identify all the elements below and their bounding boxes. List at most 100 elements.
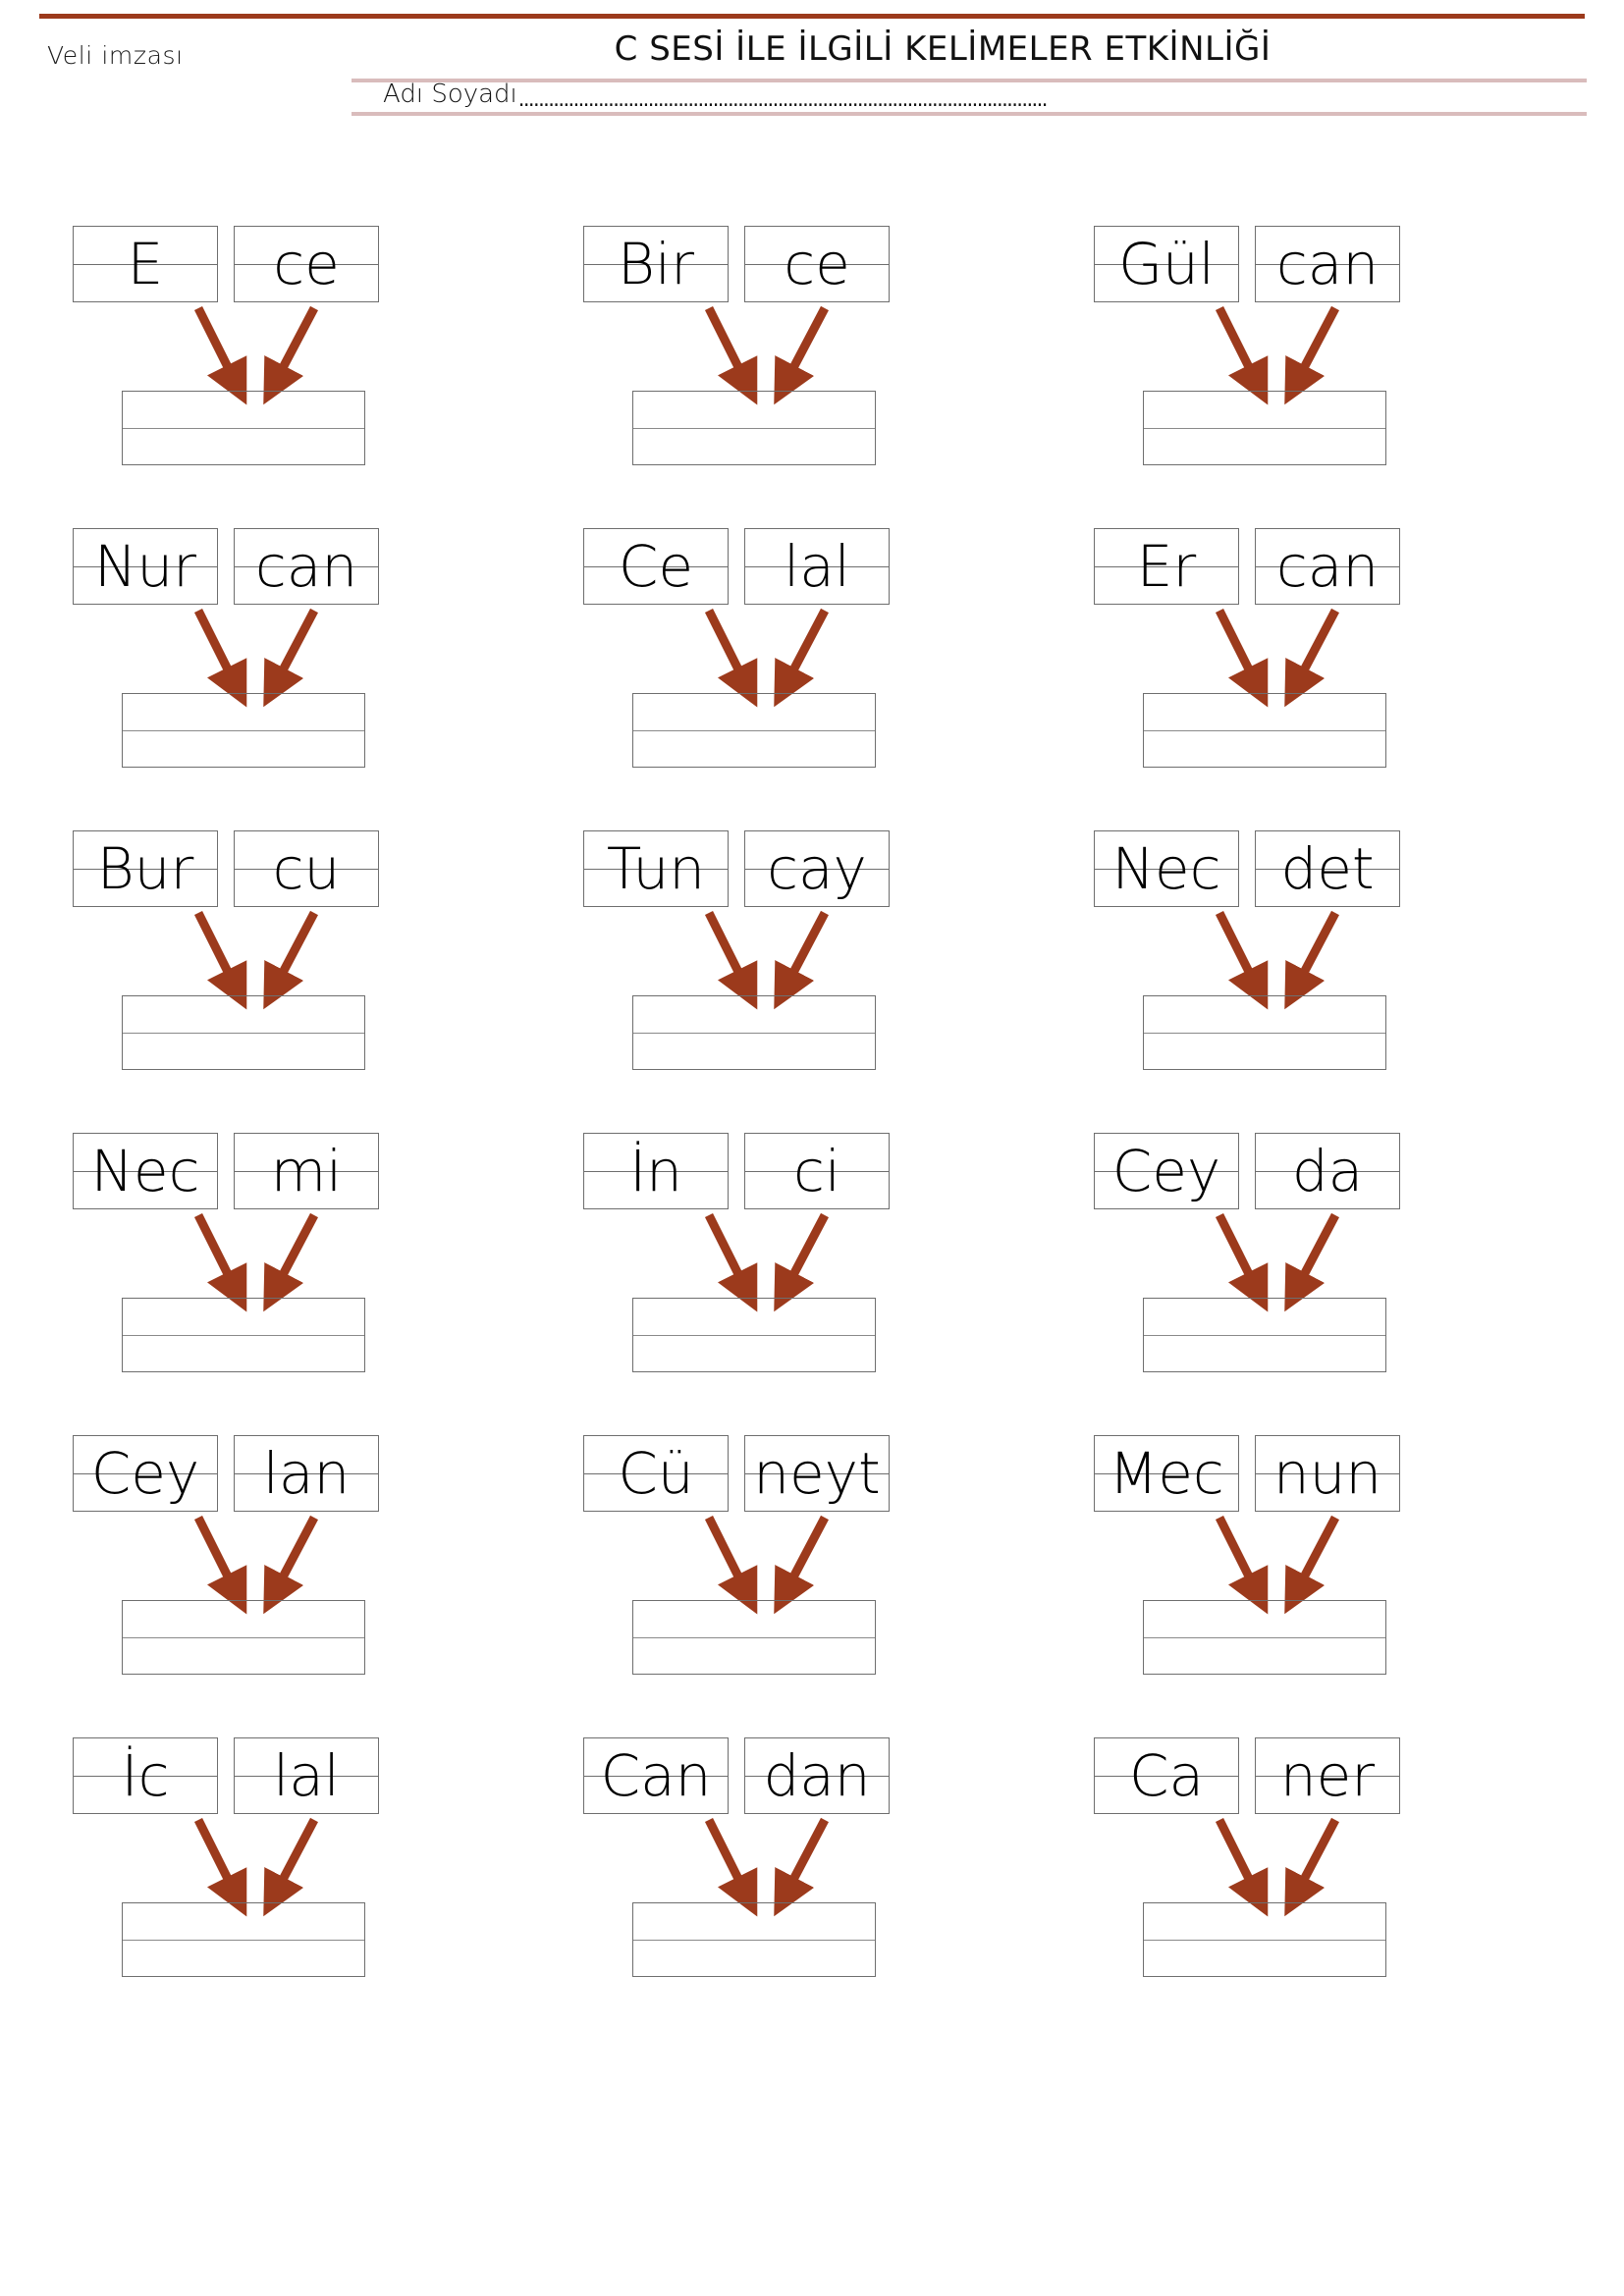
arrow-left (1215, 1515, 1269, 1615)
ruled-midline (745, 1171, 889, 1172)
syllable-box-right (1255, 830, 1400, 907)
exercise-item: Mec nun (1082, 1435, 1593, 1737)
exercise-item: Nur can (61, 528, 571, 830)
syllable-box-left (73, 1737, 218, 1814)
answer-text (1144, 1601, 1387, 1676)
answer-box[interactable] (632, 1600, 876, 1675)
ruled-midline (745, 1473, 889, 1474)
answer-text (1144, 694, 1387, 769)
answer-text (123, 694, 366, 769)
syllable-box-right (234, 830, 379, 907)
exercise-item: Nec det (1082, 830, 1593, 1133)
syllable-box-left (73, 830, 218, 907)
exercise-item: Ca ner (1082, 1737, 1593, 2040)
ruled-midline (633, 1637, 875, 1638)
answer-box[interactable] (632, 1298, 876, 1372)
ruled-midline (74, 1171, 217, 1172)
answer-box[interactable] (632, 995, 876, 1070)
exercise-item: Nec mi (61, 1133, 571, 1435)
arrow-left (193, 1212, 247, 1312)
answer-box[interactable] (122, 1298, 365, 1372)
answer-box[interactable] (1143, 1600, 1386, 1675)
arrow-right (263, 305, 318, 405)
exercise-item: Ece (61, 226, 571, 528)
exercise-item: Er can (1082, 528, 1593, 830)
exercise-row: Nec mi İn ci Cey da (0, 1133, 1624, 1435)
answer-text (1144, 392, 1387, 466)
answer-box[interactable] (1143, 1298, 1386, 1372)
ruled-midline (584, 1171, 728, 1172)
exercise-row: Cey lan Cü neyt Mec nun (0, 1435, 1624, 1737)
syllable-box-left (1094, 830, 1239, 907)
arrow-right (263, 608, 318, 708)
ruled-midline (1256, 1171, 1399, 1172)
ruled-midline (123, 1637, 364, 1638)
answer-box[interactable] (1143, 693, 1386, 768)
arrow-right (774, 1515, 829, 1615)
answer-box[interactable] (122, 693, 365, 768)
ruled-midline (74, 1776, 217, 1777)
ruled-midline (633, 730, 875, 731)
answer-box[interactable] (632, 693, 876, 768)
ruled-midline (235, 1776, 378, 1777)
syllable-box-left (73, 528, 218, 605)
exercise-item: İc lal (61, 1737, 571, 2040)
answer-box[interactable] (1143, 1902, 1386, 1977)
arrow-left (1215, 1817, 1269, 1917)
ruled-midline (584, 264, 728, 265)
ruled-midline (235, 1171, 378, 1172)
syllable-box-right (1255, 528, 1400, 605)
arrow-left (704, 910, 758, 1010)
ruled-midline (745, 869, 889, 870)
answer-box[interactable] (1143, 995, 1386, 1070)
arrow-left (704, 1212, 758, 1312)
syllable-box-left (583, 1133, 729, 1209)
arrow-right (1284, 1515, 1339, 1615)
answer-box[interactable] (122, 391, 365, 465)
name-label: Adı Soyadı (383, 80, 517, 109)
name-field-row: Adı Soyadı .............................… (383, 77, 1365, 112)
ruled-midline (1256, 566, 1399, 567)
ruled-midline (745, 1776, 889, 1777)
arrow-right (1284, 608, 1339, 708)
worksheet-page: Veli imzası C SESİ İLE İLGİLİ KELİMELER … (0, 0, 1624, 2296)
exercise-row: Ece Bir ce Gül can (0, 226, 1624, 528)
syllable-box-right (1255, 1435, 1400, 1512)
answer-box[interactable] (122, 995, 365, 1070)
answer-box[interactable] (632, 1902, 876, 1977)
arrow-right (1284, 910, 1339, 1010)
exercise-grid: Ece Bir ce Gül can Nur can Ce lal Er can Bur cu Tun ca… (0, 226, 1624, 2040)
arrow-right (774, 608, 829, 708)
syllable-box-left (1094, 1133, 1239, 1209)
exercise-item: Ce lal (571, 528, 1082, 830)
syllable-box-right (1255, 226, 1400, 302)
arrow-left (1215, 1212, 1269, 1312)
ruled-midline (633, 428, 875, 429)
syllable-box-right (234, 1133, 379, 1209)
answer-box[interactable] (1143, 391, 1386, 465)
answer-box[interactable] (122, 1902, 365, 1977)
arrow-right (774, 305, 829, 405)
ruled-midline (74, 566, 217, 567)
syllable-box-left (73, 1435, 218, 1512)
answer-box[interactable] (122, 1600, 365, 1675)
syllable-box-right (1255, 1737, 1400, 1814)
arrow-right (774, 1212, 829, 1312)
answer-text (633, 392, 877, 466)
arrow-right (1284, 1212, 1339, 1312)
syllable-box-right (1255, 1133, 1400, 1209)
arrow-right (774, 910, 829, 1010)
exercise-item: Can dan (571, 1737, 1082, 2040)
syllable-box-left (1094, 528, 1239, 605)
ruled-midline (633, 1033, 875, 1034)
ruled-midline (74, 1473, 217, 1474)
arrow-left (193, 1817, 247, 1917)
syllable-box-right (234, 1435, 379, 1512)
answer-box[interactable] (632, 391, 876, 465)
ruled-midline (235, 1473, 378, 1474)
answer-text (1144, 1903, 1387, 1978)
ruled-midline (584, 566, 728, 567)
arrow-left (704, 305, 758, 405)
name-dotted-line[interactable]: ........................................… (518, 89, 1047, 110)
syllable-box-left (583, 830, 729, 907)
